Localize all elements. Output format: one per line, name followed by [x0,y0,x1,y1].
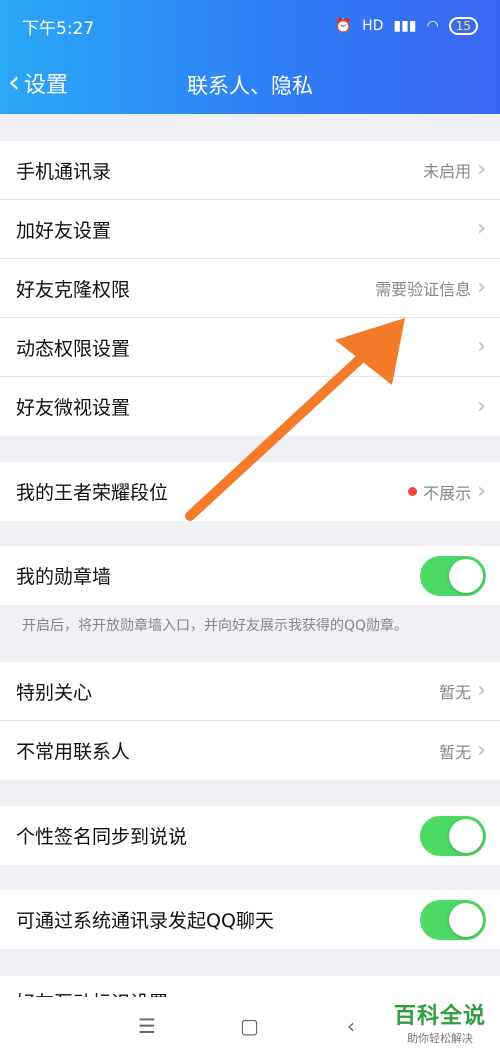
toggle-knob [449,558,483,593]
wifi-icon: ◠ [426,18,439,34]
toggle-knob [449,818,483,853]
row-add-friend-settings[interactable]: 加好友设置 › [0,200,500,259]
network-label: HD [362,18,384,34]
row-friend-clone-permission[interactable]: 好友克隆权限 需要验证信息 › [0,259,500,318]
row-label: 好友微视设置 [16,397,131,419]
watermark: 百科全说 助你轻松解决 [394,998,486,1046]
red-dot-icon [408,487,418,496]
row-label: 好友互动标识设置 [16,988,168,997]
chevron-right-icon: › [477,216,486,241]
chevron-right-icon: › [477,478,486,504]
page-title: 联系人、隐私 [187,74,313,98]
nav-bar: ‹ 设置 联系人、隐私 [0,52,500,114]
row-infrequent-contacts[interactable]: 不常用联系人 暂无 › [0,721,500,780]
chevron-right-icon: › [477,393,486,419]
row-right: 未启用 › [423,158,486,182]
row-phone-contacts[interactable]: 手机通讯录 未启用 › [0,141,500,200]
row-label: 我的勋章墙 [16,566,112,588]
row-value: 需要验证信息 [375,280,472,299]
chevron-right-icon: › [477,678,486,703]
row-label: 手机通讯录 [16,160,112,183]
row-right: 暂无 › [439,679,486,703]
row-right: › [477,218,486,240]
status-bar: 下午5:27 ⏰ HD ▮▮▮ ◠ 15 [0,0,500,52]
system-contacts-chat-group: 可通过系统通讯录发起QQ聊天 [0,890,500,949]
chevron-right-icon: › [477,275,486,300]
medal-wall-toggle[interactable] [420,555,486,596]
toggle-knob [449,902,483,937]
back-icon[interactable]: ‹ [347,1014,355,1038]
row-label: 好友克隆权限 [16,278,131,301]
row-right: › [477,336,486,358]
row-feed-permission[interactable]: 动态权限设置 › [0,318,500,377]
contacts-group: 手机通讯录 未启用 › 加好友设置 › 好友克隆权限 需要验证信息 › 动态权限… [0,141,500,436]
row-game-rank[interactable]: 我的王者荣耀段位 不展示 › [0,462,500,521]
row-right: 需要验证信息 › [375,276,486,300]
row-label: 动态权限设置 [16,337,131,360]
row-label: 个性签名同步到说说 [16,826,188,848]
alarm-off-icon: ⏰ [334,18,353,34]
row-right: 不展示 › [408,480,486,504]
status-icons: ⏰ HD ▮▮▮ ◠ 15 [335,17,478,35]
row-weishi-settings[interactable]: 好友微视设置 › [0,377,500,436]
status-time: 下午5:27 [22,18,95,39]
signature-sync-group: 个性签名同步到说说 [0,806,500,865]
chevron-right-icon: › [477,737,486,763]
top-bar: 下午5:27 ⏰ HD ▮▮▮ ◠ 15 ‹ 设置 联系人、隐私 [0,0,500,114]
row-medal-wall: 我的勋章墙 [0,546,500,605]
menu-icon[interactable]: ☰ [138,1014,156,1038]
row-label: 可通过系统通讯录发起QQ聊天 [16,910,274,932]
row-label: 我的王者荣耀段位 [16,482,169,504]
row-right: 暂无 › [439,739,486,763]
row-right: › [477,393,486,419]
row-signature-sync: 个性签名同步到说说 [0,806,500,865]
watermark-title: 百科全说 [393,1004,486,1029]
home-icon[interactable]: ▢ [240,1014,259,1038]
signature-sync-toggle[interactable] [420,815,486,856]
watermark-subtitle: 助你轻松解决 [406,1032,473,1045]
game-rank-group: 我的王者荣耀段位 不展示 › [0,462,500,521]
row-value: 不展示 [423,483,472,503]
chevron-right-icon: › [477,157,486,182]
row-value: 暂无 [439,683,472,702]
row-value: 暂无 [439,742,472,762]
row-special-care[interactable]: 特别关心 暂无 › [0,662,500,721]
row-label: 特别关心 [16,681,93,704]
row-system-contacts-chat: 可通过系统通讯录发起QQ聊天 [0,890,500,949]
system-contacts-chat-toggle[interactable] [420,899,486,940]
battery-indicator: 15 [448,17,478,35]
chevron-right-icon: › [477,334,486,359]
medal-wall-group: 我的勋章墙 [0,546,500,605]
row-value: 未启用 [423,162,472,181]
partial-row[interactable]: 好友互动标识设置 [0,976,500,997]
special-contacts-group: 特别关心 暂无 › 不常用联系人 暂无 › [0,662,500,780]
row-label: 不常用联系人 [16,741,131,763]
medal-wall-hint: 开启后，将开放勋章墙入口，并向好友展示我获得的QQ勋章。 [22,618,409,634]
row-label: 加好友设置 [16,219,112,242]
signal-icon: ▮▮▮ [393,18,417,34]
